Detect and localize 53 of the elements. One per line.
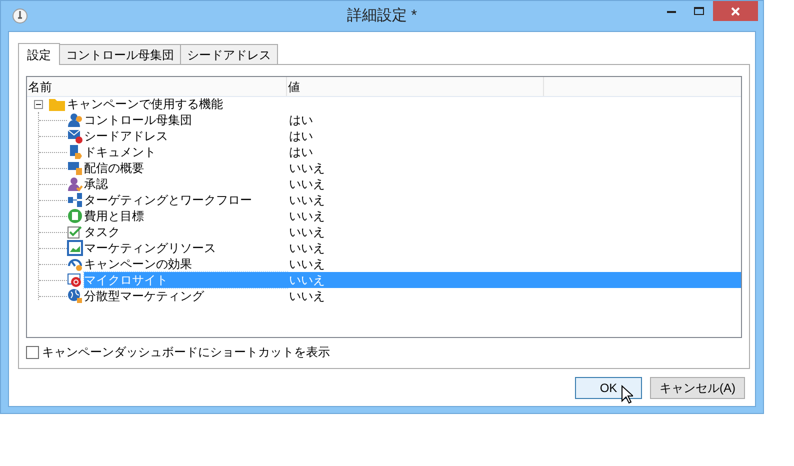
value-cell-text: いいえ bbox=[288, 192, 326, 208]
tree-item[interactable]: 費用と目標 bbox=[84, 208, 148, 224]
feature-icon bbox=[67, 112, 83, 128]
value-cell-text: いいえ bbox=[288, 224, 326, 240]
dialog-button[interactable]: キャンセル(A) bbox=[650, 377, 745, 399]
maximize-icon bbox=[694, 7, 704, 15]
feature-icon bbox=[67, 256, 83, 272]
value-cell-text: いいえ bbox=[288, 288, 326, 304]
feature-icon bbox=[67, 192, 83, 208]
mouse-cursor-icon bbox=[621, 385, 633, 404]
tree-item[interactable]: 承認 bbox=[84, 176, 112, 192]
minimize-icon bbox=[666, 10, 676, 12]
value-cell-text: いいえ bbox=[288, 256, 326, 272]
tree-item[interactable]: マーケティングリソース bbox=[84, 240, 220, 256]
tree-item[interactable]: ターゲティングとワークフロー bbox=[84, 192, 256, 208]
feature-icon bbox=[67, 128, 83, 144]
tab[interactable]: 設定 bbox=[18, 43, 60, 65]
tree-item[interactable]: シードアドレス bbox=[84, 128, 172, 144]
feature-icon bbox=[67, 224, 83, 240]
close-button[interactable] bbox=[713, 1, 758, 21]
feature-icon bbox=[67, 160, 83, 176]
collapse-toggle[interactable] bbox=[34, 100, 43, 108]
value-cell-text: いいえ bbox=[288, 176, 326, 192]
checkbox[interactable] bbox=[26, 346, 39, 358]
checkbox-label: キャンペーンダッシュボードにショートカットを表示 bbox=[42, 344, 330, 361]
value-cell-text: はい bbox=[288, 144, 314, 160]
value-cell-text: はい bbox=[288, 128, 314, 144]
value-cell-text: はい bbox=[288, 112, 314, 128]
value-cell: いいえ bbox=[287, 272, 741, 288]
tab[interactable]: コントロール母集団 bbox=[60, 44, 181, 64]
tab[interactable]: シードアドレス bbox=[181, 44, 278, 64]
column-header[interactable]: 値 bbox=[287, 77, 544, 96]
feature-icon bbox=[67, 288, 83, 304]
tree-item[interactable]: タスク bbox=[84, 224, 124, 240]
feature-icon bbox=[67, 208, 83, 224]
tree-item[interactable]: 配信の概要 bbox=[84, 160, 148, 176]
minus-icon bbox=[36, 102, 41, 106]
window-title: 詳細設定 * bbox=[347, 6, 417, 26]
close-icon bbox=[731, 6, 740, 16]
value-cell-text: いいえ bbox=[288, 208, 326, 224]
tree-item[interactable]: 分散型マーケティング bbox=[84, 288, 208, 304]
column-header[interactable]: 名前 bbox=[27, 77, 287, 96]
tree-item[interactable]: キャンペーンで使用する機能 bbox=[67, 96, 223, 112]
tree-item[interactable]: キャンペーンの効果 bbox=[84, 256, 196, 272]
value-cell-text: いいえ bbox=[288, 240, 326, 256]
feature-icon bbox=[67, 144, 83, 160]
app-icon bbox=[12, 8, 28, 24]
feature-icon bbox=[67, 272, 83, 288]
tree-item[interactable]: コントロール母集団 bbox=[84, 112, 196, 128]
feature-icon bbox=[67, 240, 83, 256]
value-cell-text: いいえ bbox=[288, 160, 326, 176]
feature-icon bbox=[67, 176, 83, 192]
tree-item[interactable]: ドキュメント bbox=[84, 144, 160, 160]
